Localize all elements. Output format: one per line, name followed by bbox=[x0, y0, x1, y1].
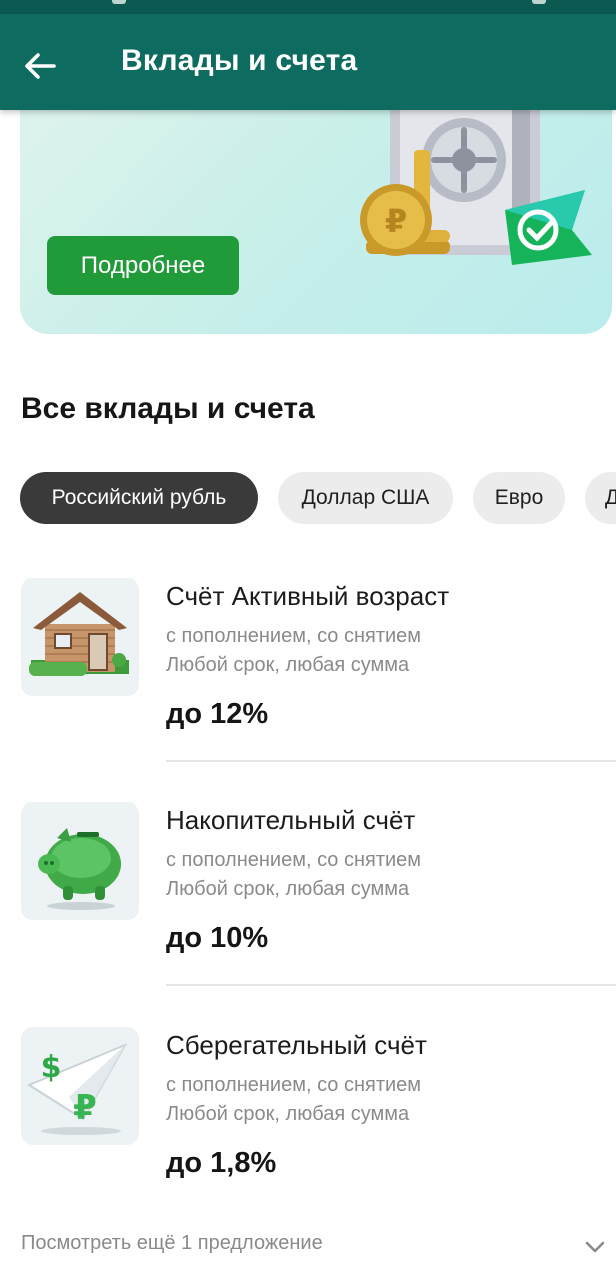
chip-usd[interactable]: Доллар США bbox=[278, 472, 453, 524]
offer-rate: до 10% bbox=[166, 922, 269, 954]
deposits-screen: Вклады и счета ₽ Подробнее Все вклады и … bbox=[0, 0, 616, 1280]
offer-conditions: с пополнением, со снятием bbox=[166, 1074, 422, 1096]
offer-thumbnail bbox=[21, 578, 139, 696]
offer-card[interactable]: Счёт Активный возраст с пополнением, со … bbox=[0, 578, 616, 802]
svg-text:₽: ₽ bbox=[385, 202, 407, 240]
paper-plane-currency-icon: $ ₽ bbox=[26, 1042, 128, 1135]
chip-more-currency[interactable]: Д bbox=[585, 472, 616, 524]
divider bbox=[166, 760, 616, 762]
svg-text:$: $ bbox=[41, 1050, 62, 1085]
app-bar: Вклады и счета bbox=[0, 14, 616, 110]
offer-rate: до 12% bbox=[166, 698, 269, 730]
status-icon bbox=[112, 0, 126, 4]
offer-title: Сберегательный счёт bbox=[166, 1030, 427, 1060]
offer-terms: Любой срок, любая сумма bbox=[166, 878, 410, 900]
more-details-button[interactable]: Подробнее bbox=[47, 236, 239, 295]
currency-filter: Российский рубль Доллар США Евро Д bbox=[20, 472, 616, 526]
offer-card[interactable]: Накопительный счёт с пополнением, со сня… bbox=[0, 802, 616, 1026]
offer-terms: Любой срок, любая сумма bbox=[166, 654, 410, 676]
offer-rate: до 1,8% bbox=[166, 1147, 277, 1179]
offer-terms: Любой срок, любая сумма bbox=[166, 1103, 410, 1125]
offer-thumbnail bbox=[21, 802, 139, 920]
offer-conditions: с пополнением, со снятием bbox=[166, 849, 422, 871]
svg-text:₽: ₽ bbox=[73, 1088, 97, 1128]
see-more-link[interactable]: Посмотреть ещё 1 предложение bbox=[21, 1232, 323, 1255]
page-title: Вклады и счета bbox=[121, 44, 358, 77]
offer-title: Счёт Активный возраст bbox=[166, 581, 450, 611]
offer-title: Накопительный счёт bbox=[166, 805, 416, 835]
chevron-down-icon[interactable] bbox=[582, 1236, 608, 1258]
chip-eur[interactable]: Евро bbox=[473, 472, 565, 524]
battery-icon bbox=[532, 0, 546, 4]
offer-thumbnail: $ ₽ bbox=[21, 1027, 139, 1145]
back-button[interactable] bbox=[16, 42, 64, 90]
safe-with-coins-illustration: ₽ bbox=[360, 90, 592, 265]
offer-conditions: с пополнением, со снятием bbox=[166, 625, 422, 647]
promo-banner[interactable]: ₽ Подробнее bbox=[20, 90, 612, 334]
arrow-left-icon bbox=[25, 53, 56, 79]
house-icon bbox=[29, 592, 129, 676]
section-title: Все вклады и счета bbox=[21, 392, 315, 425]
piggy-bank-icon bbox=[38, 828, 121, 910]
offer-card[interactable]: $ ₽ Сберегательный счёт с пополнением, с… bbox=[0, 1027, 616, 1251]
chip-rub[interactable]: Российский рубль bbox=[20, 472, 258, 524]
divider bbox=[166, 984, 616, 986]
status-bar bbox=[0, 0, 616, 14]
